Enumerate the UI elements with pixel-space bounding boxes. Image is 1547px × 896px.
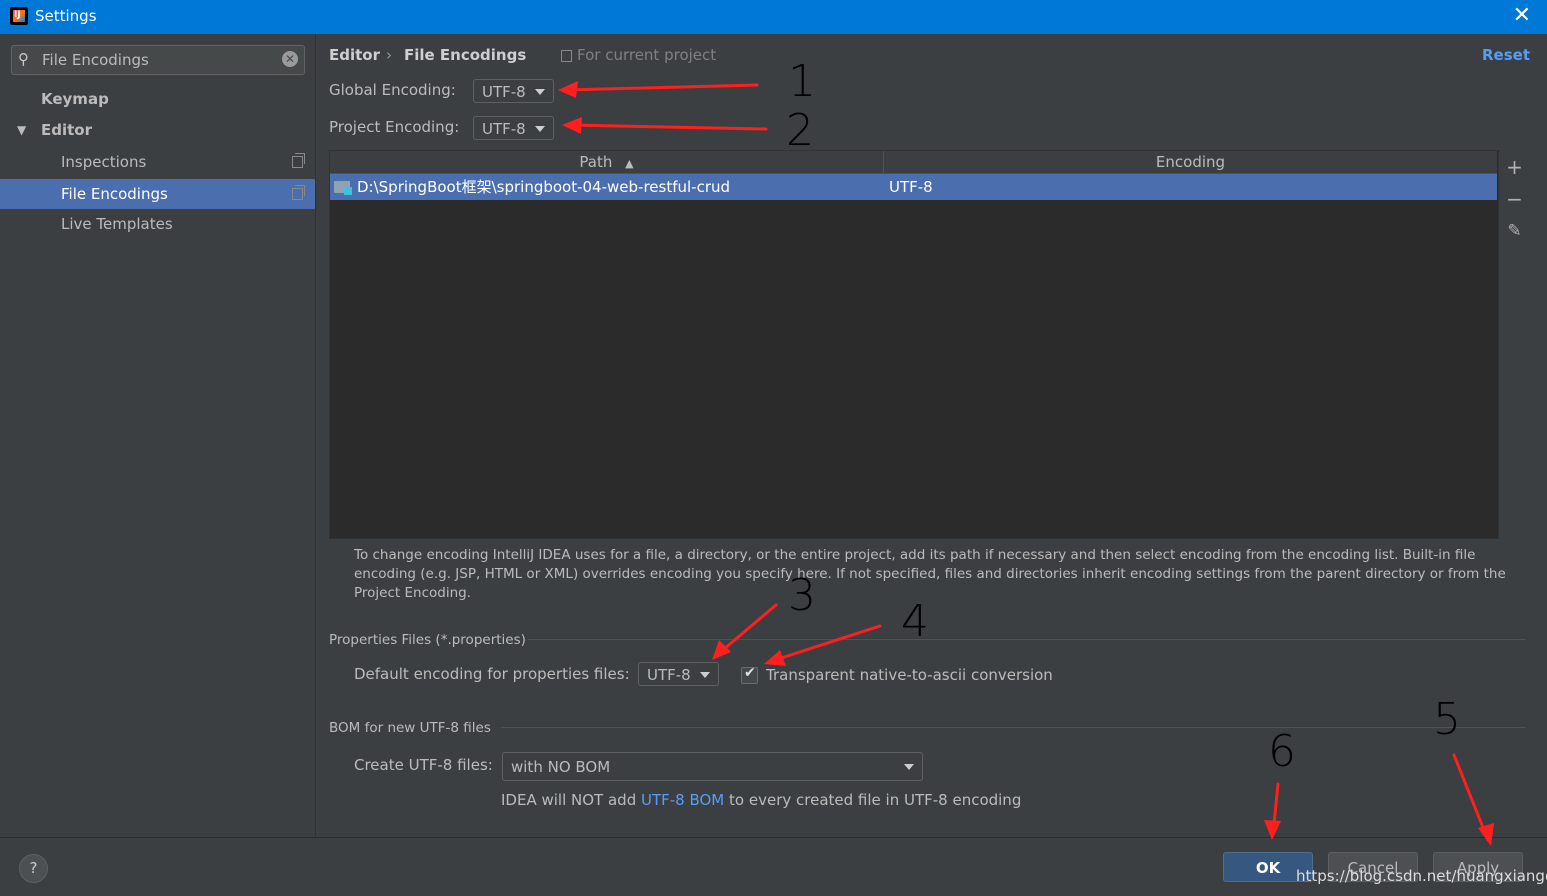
annotation-label-1: 1 xyxy=(788,56,816,107)
annotation-arrowhead-5 xyxy=(1478,823,1494,846)
annotation-arrowhead-4 xyxy=(764,650,786,666)
annotation-arrow-1 xyxy=(564,83,759,92)
annotation-arrowhead-2 xyxy=(562,117,582,134)
annotation-label-6: 6 xyxy=(1268,726,1296,777)
annotation-label-2: 2 xyxy=(786,105,814,156)
annotation-arrowhead-1 xyxy=(558,81,578,98)
annotation-arrow-4 xyxy=(770,624,882,663)
annotation-arrow-2 xyxy=(568,123,768,131)
annotation-label-5: 5 xyxy=(1433,694,1461,745)
annotation-arrowhead-3 xyxy=(712,640,731,660)
annotation-overlay: 1 2 3 4 5 6 xyxy=(558,56,1494,846)
annotation-label-3: 3 xyxy=(788,570,816,621)
annotation-arrowhead-6 xyxy=(1264,820,1281,840)
annotation-label-4: 4 xyxy=(901,596,929,647)
